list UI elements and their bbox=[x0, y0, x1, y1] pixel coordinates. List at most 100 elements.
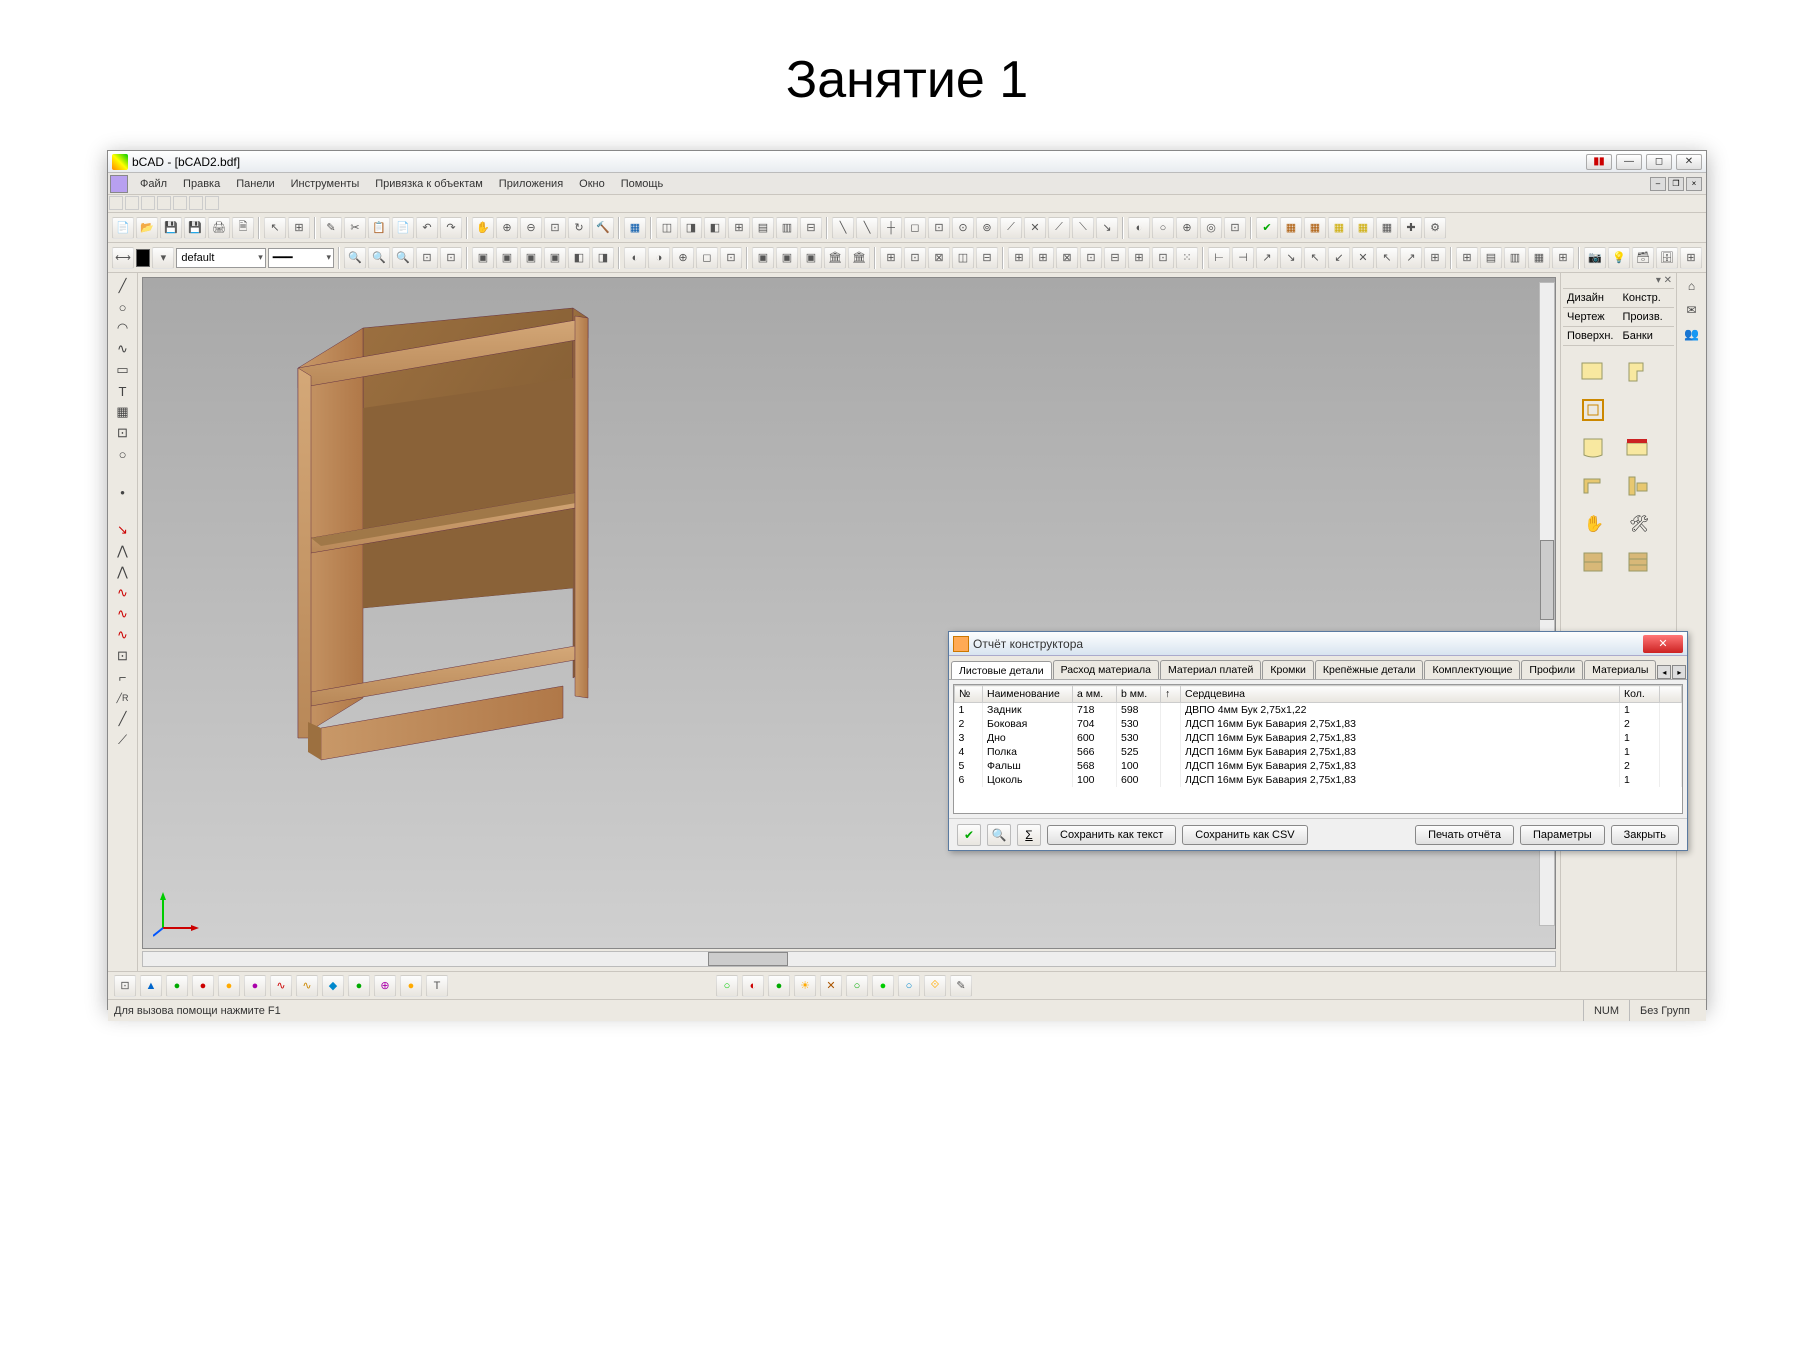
tab-material-usage[interactable]: Расход материала bbox=[1053, 660, 1159, 679]
panel-frame-icon[interactable] bbox=[1579, 396, 1607, 424]
table-row[interactable]: 6Цоколь100600ЛДСП 16мм Бук Бавария 2,75x… bbox=[955, 773, 1682, 787]
circle-tool-icon[interactable]: ○ bbox=[112, 298, 134, 316]
bt-r2-icon[interactable]: ◐ bbox=[742, 975, 764, 997]
menu-icon[interactable] bbox=[110, 175, 128, 193]
dim-4-icon[interactable]: ↘ bbox=[1280, 247, 1302, 269]
home-icon[interactable]: ⌂ bbox=[1681, 277, 1703, 295]
view-mode-2-icon[interactable]: ◨ bbox=[680, 217, 702, 239]
mat-4-icon[interactable]: ▦ bbox=[1328, 217, 1350, 239]
grid-2-icon[interactable]: ⊞ bbox=[1032, 247, 1054, 269]
table-row[interactable]: 2Боковая704530ЛДСП 16мм Бук Бавария 2,75… bbox=[955, 717, 1682, 731]
tab-sheet-parts[interactable]: Листовые детали bbox=[951, 661, 1052, 680]
zoom-all-icon[interactable]: 🔍 bbox=[392, 247, 414, 269]
view-mode-1-icon[interactable]: ◫ bbox=[656, 217, 678, 239]
bt-9-icon[interactable]: ◆ bbox=[322, 975, 344, 997]
col-b[interactable]: b мм. bbox=[1117, 686, 1161, 703]
menu-edit[interactable]: Правка bbox=[175, 175, 228, 193]
dim-1-icon[interactable]: ⊢ bbox=[1208, 247, 1230, 269]
snap-9-icon[interactable]: ✕ bbox=[1024, 217, 1046, 239]
render-4-icon[interactable]: ◻ bbox=[696, 247, 718, 269]
snap-5-icon[interactable]: ⊡ bbox=[928, 217, 950, 239]
tab-prod[interactable]: Произв. bbox=[1619, 308, 1675, 327]
bt-r9-icon[interactable]: ⟐ bbox=[924, 975, 946, 997]
dim-tool-5-icon[interactable]: ∿ bbox=[112, 605, 134, 623]
snap-6-icon[interactable]: ⊙ bbox=[952, 217, 974, 239]
view-mode-3-icon[interactable]: ◧ bbox=[704, 217, 726, 239]
iso-4-icon[interactable]: ▣ bbox=[544, 247, 566, 269]
ucs-3-icon[interactable]: ⊕ bbox=[1176, 217, 1198, 239]
asm-4-icon[interactable]: ◫ bbox=[952, 247, 974, 269]
snap-3-icon[interactable]: ┼ bbox=[880, 217, 902, 239]
radius-tool-icon[interactable]: ╱R bbox=[112, 689, 134, 707]
minimize-button[interactable]: — bbox=[1616, 154, 1642, 170]
bt-3-icon[interactable]: ● bbox=[166, 975, 188, 997]
bt-2-icon[interactable]: ▲ bbox=[140, 975, 162, 997]
ucs-2-icon[interactable]: ○ bbox=[1152, 217, 1174, 239]
dim-6-icon[interactable]: ↙ bbox=[1328, 247, 1350, 269]
save-csv-button[interactable]: Сохранить как CSV bbox=[1182, 825, 1307, 845]
mdi-minimize[interactable]: – bbox=[1650, 177, 1666, 191]
light-icon[interactable]: 💡 bbox=[1608, 247, 1630, 269]
bt-7-icon[interactable]: ∿ bbox=[270, 975, 292, 997]
snap-8-icon[interactable]: ⟋ bbox=[1000, 217, 1022, 239]
tab-edges[interactable]: Кромки bbox=[1262, 660, 1313, 679]
bt-11-icon[interactable]: ⊕ bbox=[374, 975, 396, 997]
view-mode-5-icon[interactable]: ▤ bbox=[752, 217, 774, 239]
dim-tool-6-icon[interactable]: ∿ bbox=[112, 626, 134, 644]
render-1-icon[interactable]: ◐ bbox=[624, 247, 646, 269]
open-file-icon[interactable]: 📂 bbox=[136, 217, 158, 239]
zoom-window-icon[interactable]: 🔍 bbox=[344, 247, 366, 269]
bt-6-icon[interactable]: ● bbox=[244, 975, 266, 997]
table-row[interactable]: 3Дно600530ЛДСП 16мм Бук Бавария 2,75x1,8… bbox=[955, 731, 1682, 745]
mat-1-icon[interactable]: ✔ bbox=[1256, 217, 1278, 239]
bt-13-icon[interactable]: T bbox=[426, 975, 448, 997]
edit-icon[interactable]: ✎ bbox=[320, 217, 342, 239]
refresh-icon[interactable]: ✔ bbox=[957, 824, 981, 846]
print-report-button[interactable]: Печать отчёта bbox=[1415, 825, 1514, 845]
bt-r5-icon[interactable]: ✕ bbox=[820, 975, 842, 997]
linetype-combo[interactable]: ━━━ bbox=[268, 248, 334, 268]
persp-icon[interactable]: 🏛 bbox=[824, 247, 846, 269]
menu-apps[interactable]: Приложения bbox=[491, 175, 571, 193]
col-sort[interactable]: ↑ bbox=[1161, 686, 1181, 703]
tool-icon[interactable]: 🔨 bbox=[592, 217, 614, 239]
tab-design[interactable]: Дизайн bbox=[1563, 289, 1619, 308]
op-3-icon[interactable]: ▥ bbox=[1504, 247, 1526, 269]
tab-fasteners[interactable]: Крепёжные детали bbox=[1315, 660, 1424, 679]
view-mode-6-icon[interactable]: ▥ bbox=[776, 217, 798, 239]
zoom-in-icon[interactable]: ⊕ bbox=[496, 217, 518, 239]
panel-rect-icon[interactable] bbox=[1579, 358, 1607, 386]
tab-components[interactable]: Комплектующие bbox=[1424, 660, 1520, 679]
col-num[interactable]: № bbox=[955, 686, 983, 703]
col-qty[interactable]: Кол. bbox=[1620, 686, 1660, 703]
mdi-restore[interactable]: ❐ bbox=[1668, 177, 1684, 191]
grid-4-icon[interactable]: ⊡ bbox=[1080, 247, 1102, 269]
bt-4-icon[interactable]: ● bbox=[192, 975, 214, 997]
mat-7-icon[interactable]: ✚ bbox=[1400, 217, 1422, 239]
asm-1-icon[interactable]: ⊞ bbox=[880, 247, 902, 269]
panel-profile2-icon[interactable] bbox=[1624, 472, 1652, 500]
table-row[interactable]: 1Задник718598ДВПО 4мм Бук 2,75x1,221 bbox=[955, 703, 1682, 718]
mdi-close[interactable]: × bbox=[1686, 177, 1702, 191]
mat-6-icon[interactable]: ▦ bbox=[1376, 217, 1398, 239]
corner-tool-icon[interactable]: ⌐ bbox=[112, 668, 134, 686]
ucs-1-icon[interactable]: ◐ bbox=[1128, 217, 1150, 239]
paste-icon[interactable]: 📄 bbox=[392, 217, 414, 239]
save-as-icon[interactable]: 💾 bbox=[184, 217, 206, 239]
spline-tool-icon[interactable]: ∿ bbox=[112, 340, 134, 358]
dim-style-icon[interactable]: ⟷ bbox=[112, 247, 134, 269]
dim-tool-2-icon[interactable]: ⋀ bbox=[112, 542, 134, 560]
tab-banks[interactable]: Банки bbox=[1619, 327, 1675, 346]
undo-icon[interactable]: ↶ bbox=[416, 217, 438, 239]
parts-table[interactable]: № Наименование a мм. b мм. ↑ Сердцевина … bbox=[953, 684, 1683, 814]
proj-1-icon[interactable]: ▣ bbox=[752, 247, 774, 269]
iso-5-icon[interactable]: ◧ bbox=[568, 247, 590, 269]
close-button[interactable]: Закрыть bbox=[1611, 825, 1679, 845]
trim-tool-icon[interactable]: ╱ bbox=[112, 710, 134, 728]
op-1-icon[interactable]: ⊞ bbox=[1456, 247, 1478, 269]
model-tool-icon[interactable]: ⊡ bbox=[112, 647, 134, 665]
snap-10-icon[interactable]: ⟋ bbox=[1048, 217, 1070, 239]
col-core[interactable]: Сердцевина bbox=[1181, 686, 1620, 703]
dim-tool-1-icon[interactable]: ↘ bbox=[112, 521, 134, 539]
col-a[interactable]: a мм. bbox=[1073, 686, 1117, 703]
